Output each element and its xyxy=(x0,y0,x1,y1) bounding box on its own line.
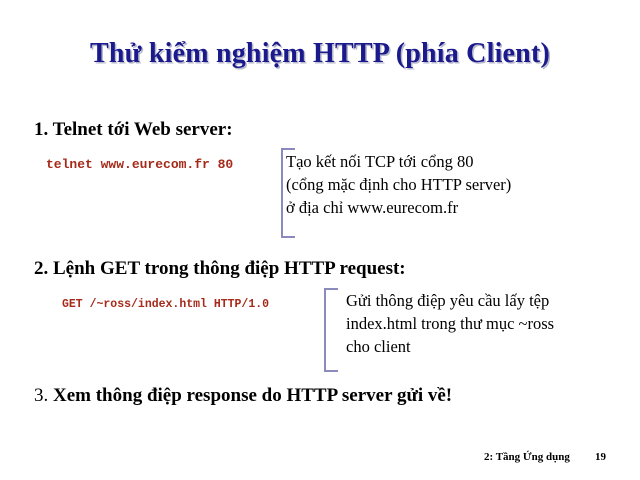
step-1-note-line-3: ở địa chỉ www.eurecom.fr xyxy=(286,198,459,217)
step-2-heading: 2. Lệnh GET trong thông điệp HTTP reques… xyxy=(34,258,406,279)
step-3-text: Xem thông điệp response do HTTP server g… xyxy=(53,385,453,406)
step-1-note-line-1: Tạo kết nối TCP tới cổng 80 xyxy=(286,152,474,171)
step-1-note-line-2: (cổng mặc định cho HTTP server) xyxy=(286,175,512,194)
footer-label: 2: Tầng Ứng dụng xyxy=(484,451,570,463)
step-1-note: Tạo kết nối TCP tới cổng 80 (cổng mặc đị… xyxy=(286,150,511,219)
step-3-number: 3. xyxy=(34,385,49,406)
step-2-note-line-1: Gửi thông điệp yêu cầu lấy tệp xyxy=(346,291,550,310)
step-2-note: Gửi thông điệp yêu cầu lấy tệp index.htm… xyxy=(346,289,554,358)
step-3-heading: 3. Xem thông điệp response do HTTP serve… xyxy=(34,385,452,407)
telnet-command: telnet www.eurecom.fr 80 xyxy=(46,157,234,172)
get-command: GET /~ross/index.html HTTP/1.0 xyxy=(62,298,270,311)
step-2-note-line-2: index.html trong thư mục ~ross xyxy=(346,314,555,333)
slide-title: Thử kiểm nghiệm HTTP (phía Client) xyxy=(90,38,550,69)
step-1-heading: 1. Telnet tới Web server: xyxy=(34,119,233,140)
step-2-note-line-3: cho client xyxy=(346,337,411,356)
note-bracket-2 xyxy=(324,288,338,372)
page-number: 19 xyxy=(595,451,606,463)
